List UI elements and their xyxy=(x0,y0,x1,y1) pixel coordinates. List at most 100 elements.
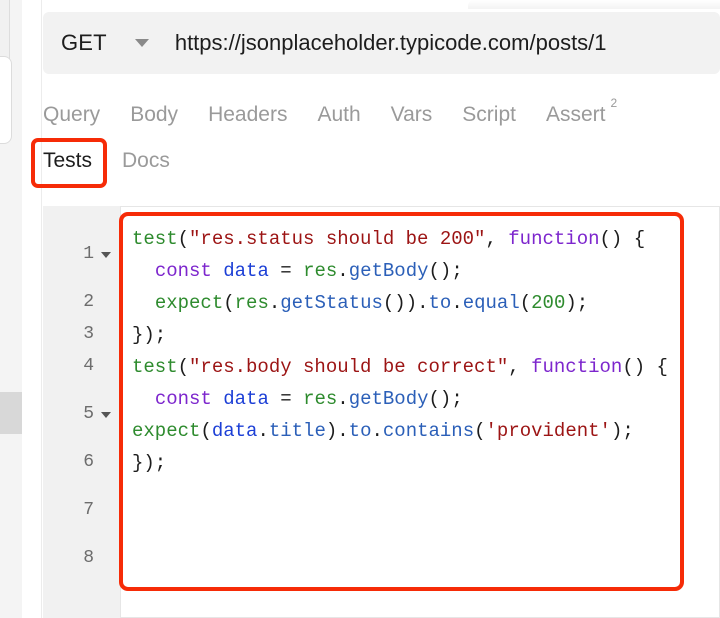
code-line: test("res.body should be correct", funct… xyxy=(132,351,715,383)
code-token: () { xyxy=(599,228,646,250)
code-token: , xyxy=(508,356,532,378)
code-token: "res.status should be 200" xyxy=(189,228,486,250)
code-token: , xyxy=(485,228,509,250)
code-token: = xyxy=(268,388,304,410)
line-number: 1 xyxy=(83,244,94,264)
code-editor-content[interactable]: test("res.status should be 200", functio… xyxy=(121,223,720,479)
tab-tests[interactable]: Tests xyxy=(43,146,92,176)
left-divider xyxy=(41,0,42,618)
code-token: 200 xyxy=(531,292,566,314)
chevron-down-icon[interactable] xyxy=(134,39,149,47)
code-token: res xyxy=(303,388,338,410)
code-token: getBody xyxy=(348,388,429,410)
gutter-line: 3 xyxy=(43,318,120,350)
app-root: GET https://jsonplaceholder.typicode.com… xyxy=(0,0,720,618)
code-token: contains xyxy=(382,420,475,442)
code-token: (); xyxy=(428,388,463,410)
code-token: ); xyxy=(565,292,589,314)
gutter-line: 4 xyxy=(43,350,120,382)
code-token: data xyxy=(223,260,269,282)
tab-docs[interactable]: Docs xyxy=(122,146,170,176)
tab-query[interactable]: Query xyxy=(43,100,100,130)
code-token: ( xyxy=(177,356,190,378)
code-token: data xyxy=(223,388,269,410)
tab-badge-count: 2 xyxy=(610,96,618,110)
vertical-scrollbar-thumb[interactable] xyxy=(0,392,22,434)
code-token: 'provident' xyxy=(485,420,611,442)
gutter-line: 7 xyxy=(43,478,120,542)
code-token: . xyxy=(268,292,281,314)
tab-headers[interactable]: Headers xyxy=(208,100,287,130)
editor-gutter: 1 2 3 4 5 6 7 8 xyxy=(43,206,120,618)
top-strip xyxy=(43,0,720,12)
code-fold-caret-icon[interactable] xyxy=(101,252,111,258)
tab-label: Query xyxy=(43,103,101,126)
code-line: const data = res.getBody(); xyxy=(132,255,715,287)
code-token: equal xyxy=(462,292,520,314)
code-token: ( xyxy=(200,420,212,442)
code-token: ()). xyxy=(382,292,429,314)
code-token: . xyxy=(451,292,463,314)
tab-script[interactable]: Script xyxy=(462,100,516,130)
code-token: . xyxy=(257,420,269,442)
code-token: test xyxy=(132,228,178,250)
code-token: expect xyxy=(132,420,201,442)
gutter-line: 5 xyxy=(43,382,120,446)
code-token: res xyxy=(303,260,338,282)
left-panel-edge-mid xyxy=(0,56,12,144)
line-number: 5 xyxy=(83,404,94,424)
code-token: () { xyxy=(622,356,668,378)
code-token: . xyxy=(337,260,349,282)
code-line: expect(res.getStatus()).to.equal(200); xyxy=(132,287,715,319)
tab-vars[interactable]: Vars xyxy=(391,100,433,130)
line-number: 8 xyxy=(83,548,94,568)
tab-label: Assert xyxy=(545,103,606,126)
code-token: ( xyxy=(223,292,235,314)
line-number: 7 xyxy=(83,500,94,520)
gutter-line: 8 xyxy=(43,542,120,574)
code-token: (); xyxy=(428,260,463,282)
code-token: . xyxy=(371,420,383,442)
code-token: expect xyxy=(154,292,224,314)
code-token: ( xyxy=(519,292,532,314)
gutter-line: 2 xyxy=(43,286,120,318)
url-input[interactable]: https://jsonplaceholder.typicode.com/pos… xyxy=(175,30,607,56)
code-token: . xyxy=(337,388,349,410)
tab-label: Script xyxy=(462,103,516,126)
http-method-label[interactable]: GET xyxy=(61,30,107,56)
code-token: }); xyxy=(132,452,167,474)
gutter-line: 1 xyxy=(43,222,120,286)
request-url-bar[interactable]: GET https://jsonplaceholder.typicode.com… xyxy=(43,12,720,74)
code-token: ). xyxy=(325,420,349,442)
code-line: }); xyxy=(132,447,715,479)
code-token: ( xyxy=(177,228,190,250)
tab-label: Auth xyxy=(317,103,361,126)
code-token: function xyxy=(508,228,600,250)
code-token: ); xyxy=(610,420,634,442)
code-token: }); xyxy=(132,324,167,346)
request-tabs-primary: Query Body Headers Auth Vars Script Assert 2 xyxy=(43,94,617,130)
code-line: expect(data.title).to.contains('providen… xyxy=(132,415,715,447)
editor-line-numbers: 1 2 3 4 5 6 7 8 xyxy=(43,222,120,574)
top-strip-shade xyxy=(468,0,720,9)
code-fold-caret-icon[interactable] xyxy=(101,412,111,418)
code-panel[interactable]: test("res.status should be 200", functio… xyxy=(120,206,720,618)
code-token: function xyxy=(531,356,623,378)
code-token: "res.body should be correct" xyxy=(189,356,509,378)
code-token: res xyxy=(234,292,269,314)
code-token: title xyxy=(268,420,326,442)
tab-assert[interactable]: Assert 2 xyxy=(546,94,617,130)
code-token: getStatus xyxy=(280,292,383,314)
tab-auth[interactable]: Auth xyxy=(317,100,360,130)
code-token: to xyxy=(428,292,452,314)
line-number: 4 xyxy=(83,356,94,376)
code-line: }); xyxy=(132,319,715,351)
code-line: test("res.status should be 200", functio… xyxy=(132,223,715,255)
code-token: to xyxy=(348,420,372,442)
code-token: const xyxy=(154,388,224,410)
tab-body[interactable]: Body xyxy=(130,100,178,130)
left-chrome-strip xyxy=(0,0,43,618)
